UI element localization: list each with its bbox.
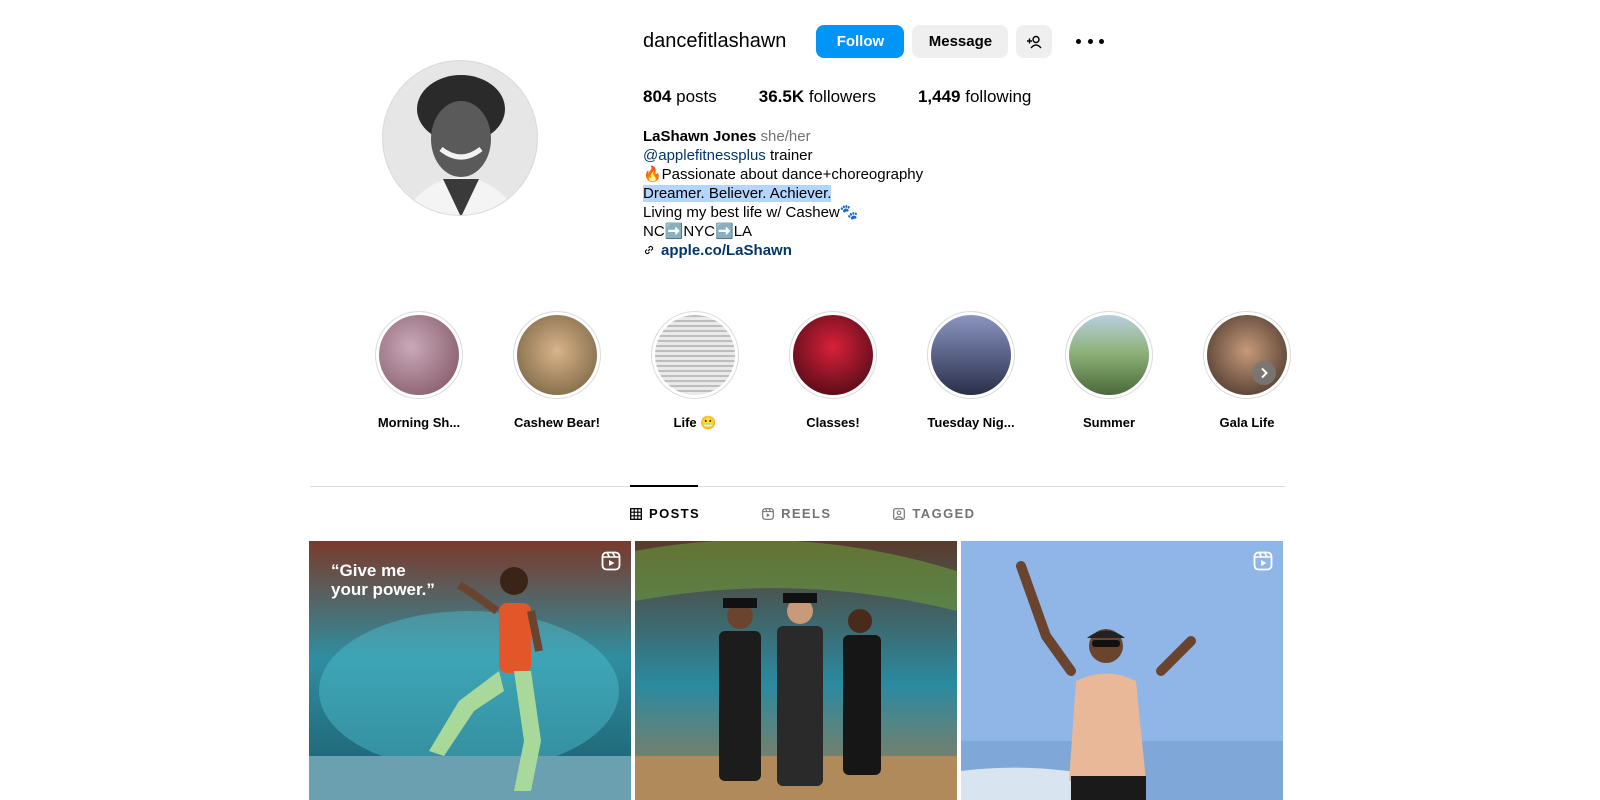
followers-count[interactable]: 36.5K followers (759, 87, 876, 107)
tab-reels-label: REELS (781, 506, 832, 521)
highlight-item[interactable]: Life 😬 (626, 311, 764, 431)
highlight-image (1207, 315, 1287, 395)
link-icon (644, 245, 654, 255)
tab-tagged-label: TAGGED (912, 506, 976, 521)
bio-link-line[interactable]: apple.co/LaShawn (643, 241, 1343, 260)
highlight-item[interactable]: Gala Life (1178, 311, 1316, 431)
profile-info: dancefitlashawn Follow Message 804 posts… (643, 25, 1343, 260)
post-image (635, 541, 957, 800)
highlight-item[interactable]: Cashew Bear! (488, 311, 626, 431)
highlight-ring (1203, 311, 1291, 399)
followers-count-label: followers (808, 87, 876, 106)
highlight-label: Summer (1082, 415, 1136, 430)
profile-header-row: dancefitlashawn Follow Message (643, 25, 1343, 58)
profile-bio: LaShawn Jones she/her @applefitnessplus … (643, 127, 1343, 260)
highlight-label: Gala Life (1219, 415, 1275, 430)
bio-name-line: LaShawn Jones she/her (643, 127, 1343, 146)
message-button[interactable]: Message (912, 25, 1009, 58)
post-quote-line: your power.” (331, 580, 435, 599)
bio-mention-line: @applefitnessplus trainer (643, 146, 1343, 165)
profile-tabs: POSTS REELS TAGGED (630, 506, 1037, 521)
following-count-label: following (965, 87, 1032, 106)
bio-line-cashew: Living my best life w/ Cashew🐾 (643, 204, 859, 221)
avatar-image (383, 61, 537, 215)
highlight-image (931, 315, 1011, 395)
tab-tagged[interactable]: TAGGED (893, 506, 975, 521)
highlight-ring (1065, 311, 1153, 399)
tab-posts-label: POSTS (649, 506, 701, 521)
following-count-value: 1,449 (917, 87, 961, 106)
highlight-ring (789, 311, 877, 399)
posts-grid: “Give me your power.” (309, 541, 1283, 800)
pronouns: she/her (760, 128, 811, 145)
highlight-image (1069, 315, 1149, 395)
reels-icon (762, 507, 774, 520)
tab-reels[interactable]: REELS (762, 506, 831, 521)
post-tile[interactable]: “Give me your power.” (309, 541, 631, 800)
username: dancefitlashawn (643, 30, 787, 52)
highlight-item[interactable]: Summer (1040, 311, 1178, 431)
followers-count-value: 36.5K (758, 87, 805, 106)
highlight-item[interactable]: Tuesday Nig... (902, 311, 1040, 431)
highlight-image (655, 315, 735, 395)
post-tile[interactable] (635, 541, 957, 800)
highlight-image (793, 315, 873, 395)
bio-motto-selected: Dreamer. Believer. Achiever. (643, 185, 832, 202)
post-image (961, 541, 1283, 800)
highlight-ring (651, 311, 739, 399)
follow-button[interactable]: Follow (816, 25, 905, 58)
posts-count-label: posts (676, 87, 717, 106)
highlight-image (379, 315, 459, 395)
bio-external-link[interactable]: apple.co/LaShawn (661, 242, 792, 259)
active-tab-indicator (630, 485, 698, 487)
post-quote-line: “Give me (331, 561, 406, 580)
more-icon (1087, 39, 1093, 44)
bio-mention-suffix: trainer (765, 147, 813, 164)
grid-icon (630, 507, 642, 520)
suggest-user-button[interactable] (1016, 25, 1053, 58)
tabs-divider (310, 486, 1285, 487)
chevron-right-icon (1261, 367, 1268, 379)
highlights-next-button[interactable] (1252, 361, 1276, 385)
bio-line-passion: 🔥Passionate about dance+choreography (643, 166, 924, 183)
posts-count: 804 posts (643, 87, 717, 107)
more-icon (1099, 39, 1105, 44)
post-quote-text: “Give me your power.” (331, 561, 435, 599)
highlight-ring (375, 311, 463, 399)
profile-avatar[interactable] (382, 60, 538, 216)
tab-posts[interactable]: POSTS (630, 506, 700, 521)
highlight-ring (927, 311, 1015, 399)
tagged-icon (893, 507, 906, 520)
reel-badge-icon (601, 551, 621, 571)
highlight-label: Life 😬 (673, 415, 717, 430)
bio-mention-link[interactable]: @applefitnessplus (643, 147, 766, 164)
bio-line-motto: Dreamer. Believer. Achiever. (643, 184, 1343, 203)
post-tile[interactable] (961, 541, 1283, 800)
posts-count-value: 804 (643, 87, 672, 106)
highlight-label: Tuesday Nig... (927, 415, 1015, 430)
add-user-icon (1027, 35, 1042, 48)
highlight-item[interactable]: Morning Sh... (350, 311, 488, 431)
display-name: LaShawn Jones (643, 128, 757, 145)
highlight-label: Morning Sh... (377, 415, 461, 430)
highlight-ring (513, 311, 601, 399)
more-icon (1076, 39, 1082, 44)
bio-line-locations: NC➡️NYC➡️LA (643, 223, 753, 240)
profile-stats: 804 posts 36.5K followers 1,449 followin… (643, 87, 1343, 107)
highlight-image (517, 315, 597, 395)
story-highlights: Morning Sh... Cashew Bear! Life 😬 Classe… (350, 311, 1316, 431)
highlight-item[interactable]: Classes! (764, 311, 902, 431)
following-count[interactable]: 1,449 following (918, 87, 1031, 107)
reel-badge-icon (1253, 551, 1273, 571)
more-options-button[interactable] (1076, 39, 1105, 44)
highlight-label: Cashew Bear! (514, 415, 600, 430)
highlight-label: Classes! (806, 415, 860, 430)
